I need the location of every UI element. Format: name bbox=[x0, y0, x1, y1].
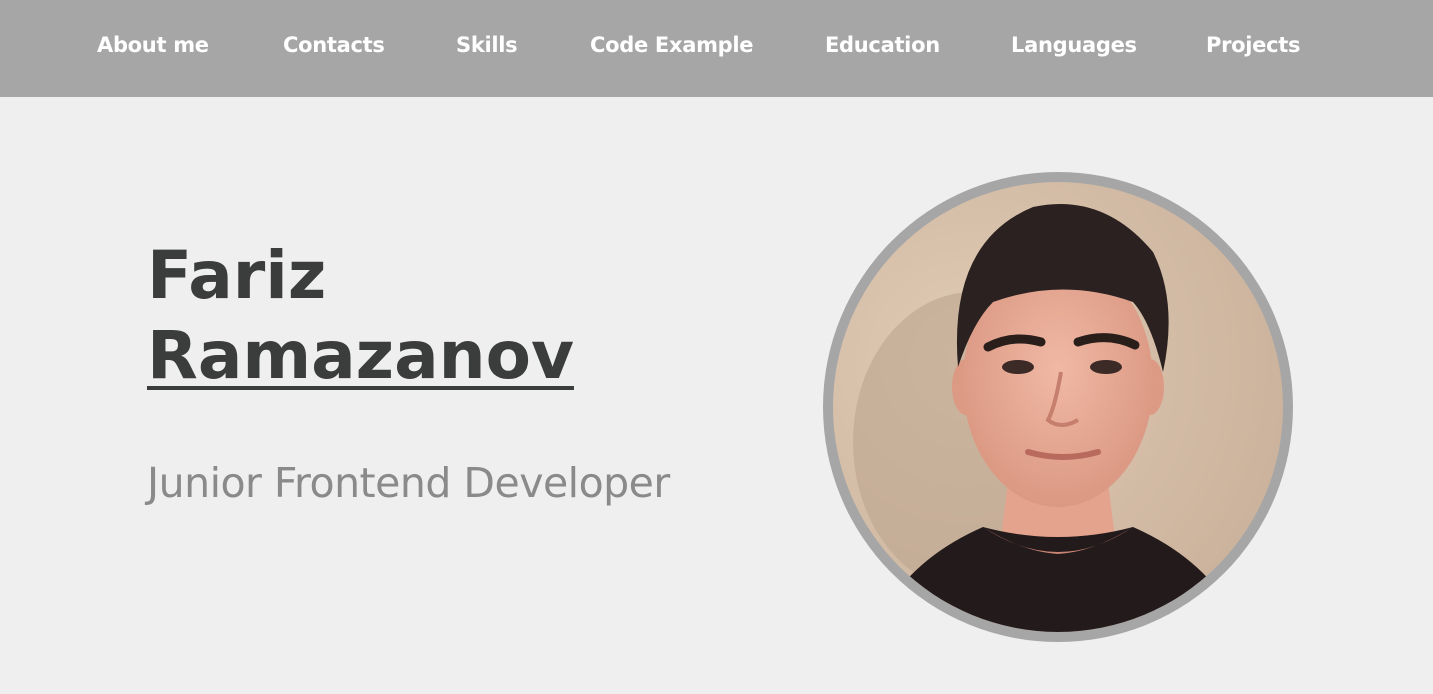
avatar bbox=[823, 172, 1293, 642]
hero-name: Fariz Ramazanov bbox=[147, 236, 574, 396]
nav-item-code-example[interactable]: Code Example bbox=[590, 30, 754, 60]
top-navigation: About me Contacts Skills Code Example Ed… bbox=[0, 0, 1433, 97]
profile-photo-icon bbox=[833, 182, 1283, 632]
last-name: Ramazanov bbox=[147, 317, 574, 394]
first-name: Fariz bbox=[147, 237, 327, 314]
nav-item-about-me[interactable]: About me bbox=[97, 30, 209, 60]
job-title: Junior Frontend Developer bbox=[147, 459, 670, 507]
nav-item-languages[interactable]: Languages bbox=[1011, 30, 1137, 60]
nav-item-projects[interactable]: Projects bbox=[1206, 30, 1301, 60]
nav-item-contacts[interactable]: Contacts bbox=[283, 30, 385, 60]
nav-item-education[interactable]: Education bbox=[825, 30, 940, 60]
nav-item-skills[interactable]: Skills bbox=[456, 30, 518, 60]
